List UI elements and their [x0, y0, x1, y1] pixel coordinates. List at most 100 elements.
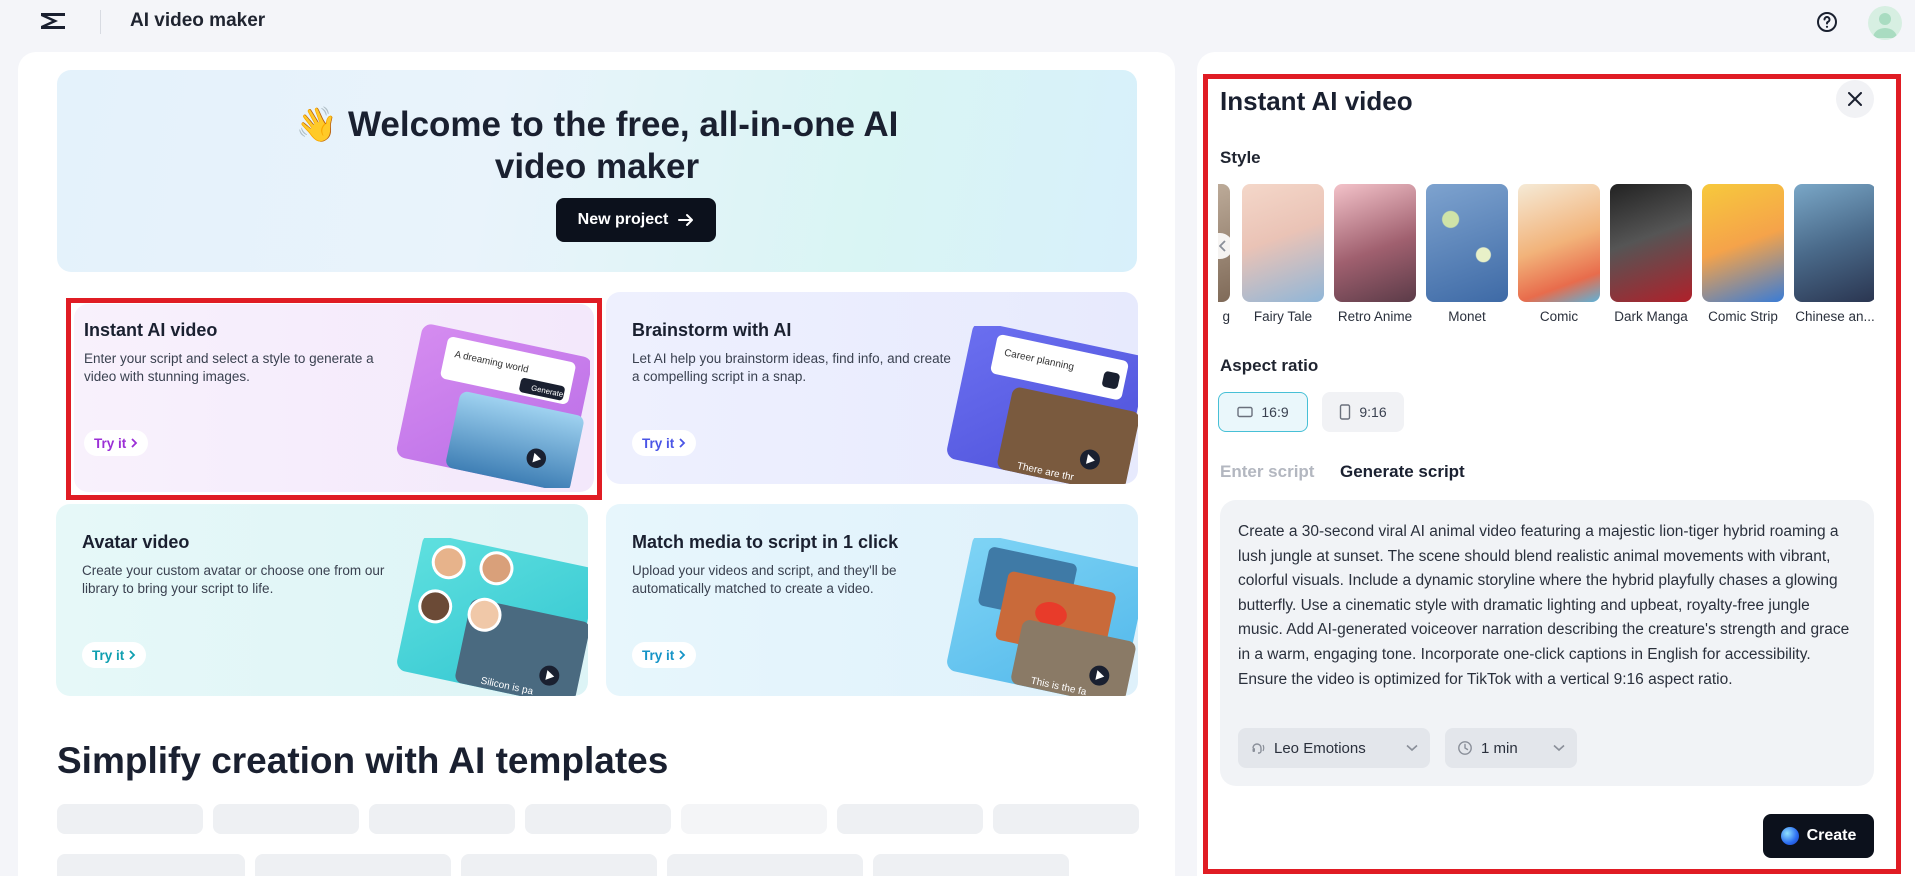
chevron-right-icon [129, 650, 136, 660]
style-option[interactable]: Chinese an... [1794, 184, 1874, 324]
style-label: Style [1220, 148, 1261, 167]
waving-hand-icon: 👋 [295, 106, 338, 144]
style-thumbnail [1610, 184, 1692, 302]
style-option[interactable]: Comic Strip [1702, 184, 1784, 324]
skeleton [213, 804, 359, 834]
style-name: Comic Strip [1708, 309, 1778, 324]
duration-dropdown[interactable]: 1 min [1445, 728, 1577, 768]
card-description: Enter your script and select a style to … [84, 351, 374, 384]
voice-icon [1252, 743, 1265, 754]
chevron-down-icon [1406, 744, 1418, 752]
try-it-label: Try it [92, 647, 125, 663]
avatar-illustration: Silicon is pa [397, 538, 588, 696]
voice-dropdown[interactable]: Leo Emotions [1238, 728, 1430, 768]
try-it-label: Try it [94, 435, 127, 451]
try-it-button[interactable]: Try it [84, 430, 149, 456]
new-project-label: New project [577, 211, 669, 228]
card-instant-ai-video[interactable]: Instant AI video Enter your script and s… [74, 304, 594, 492]
card-description: Let AI help you brainstorm ideas, find i… [632, 351, 951, 384]
aspect-ratio-label: Aspect ratio [1220, 356, 1319, 375]
app-title: AI video maker [130, 10, 266, 31]
help-icon[interactable] [1815, 10, 1839, 34]
skeleton [369, 804, 515, 834]
chevron-down-icon [1553, 744, 1565, 752]
chevron-left-icon [1219, 240, 1226, 252]
style-option[interactable]: Comic [1518, 184, 1600, 324]
aspect-16-9-label: 16:9 [1261, 404, 1289, 420]
try-it-label: Try it [642, 435, 675, 451]
close-button[interactable] [1836, 80, 1874, 118]
voice-value: Leo Emotions [1274, 739, 1366, 757]
skeleton [873, 854, 1069, 876]
try-it-label: Try it [642, 647, 675, 663]
style-thumbnail [1334, 184, 1416, 302]
style-thumbnail [1426, 184, 1508, 302]
landscape-icon [1237, 406, 1254, 418]
try-it-button[interactable]: Try it [82, 642, 147, 668]
style-carousel: g Fairy Tale Retro Anime Monet Comic Dar… [1218, 184, 1874, 329]
portrait-icon [1340, 404, 1351, 420]
style-option[interactable]: Fairy Tale [1242, 184, 1324, 324]
capcut-logo-icon[interactable] [38, 8, 68, 34]
script-editor[interactable]: Create a 30-second viral AI animal video… [1220, 500, 1874, 786]
style-name: Fairy Tale [1253, 309, 1313, 324]
close-icon [1848, 92, 1862, 106]
hero-title-line1: Welcome to the free, all-in-one AI [347, 105, 899, 144]
style-option[interactable]: Dark Manga [1610, 184, 1692, 324]
card-brainstorm-with-ai[interactable]: Brainstorm with AI Let AI help you brain… [606, 292, 1138, 484]
template-skeleton-row-1 [57, 804, 1139, 834]
skeleton [667, 854, 863, 876]
tab-generate-script[interactable]: Generate script [1340, 462, 1465, 482]
style-name: g [1222, 309, 1230, 324]
brainstorm-illustration: Career planning There are thr [947, 326, 1138, 484]
create-button[interactable]: Create [1763, 814, 1874, 858]
script-textarea[interactable]: Create a 30-second viral AI animal video… [1238, 520, 1858, 692]
create-label: Create [1806, 827, 1857, 844]
tab-enter-script[interactable]: Enter script [1220, 462, 1314, 482]
style-option[interactable]: Retro Anime [1334, 184, 1416, 324]
try-it-button[interactable]: Try it [632, 642, 697, 668]
instant-video-illustration: A dreaming world Generate [396, 324, 590, 488]
card-description: Create your custom avatar or choose one … [82, 563, 385, 596]
skeleton [993, 804, 1139, 834]
style-thumbnail [1518, 184, 1600, 302]
skeleton [461, 854, 657, 876]
hero-title-line2: video maker [494, 147, 700, 186]
chevron-right-icon [679, 438, 686, 448]
clock-icon [1458, 741, 1472, 755]
aspect-9-16-option[interactable]: 9:16 [1322, 392, 1404, 432]
chevron-right-icon [131, 438, 138, 448]
card-match-media[interactable]: Match media to script in 1 click Upload … [606, 504, 1138, 696]
chevron-right-icon [679, 650, 686, 660]
card-avatar-video[interactable]: Avatar video Create your custom avatar o… [56, 504, 588, 696]
skeleton [837, 804, 983, 834]
template-skeleton-row-2 [57, 854, 1069, 876]
style-option[interactable]: Monet [1426, 184, 1508, 324]
style-thumbnail [1242, 184, 1324, 302]
hero-title: 👋 Welcome to the free, all-in-one AI vide… [57, 104, 1137, 188]
hero-banner: 👋 Welcome to the free, all-in-one AI vide… [57, 70, 1137, 272]
card-description: Upload your videos and script, and they'… [632, 563, 897, 596]
aspect-9-16-label: 9:16 [1359, 404, 1387, 420]
try-it-button[interactable]: Try it [632, 430, 697, 456]
skeleton [255, 854, 451, 876]
arrow-right-icon [678, 214, 694, 226]
card-title: Instant AI video [84, 320, 218, 340]
style-thumbnail [1794, 184, 1874, 302]
duration-value: 1 min [1481, 739, 1518, 757]
new-project-button[interactable]: New project [556, 198, 716, 242]
user-avatar-icon [1873, 13, 1897, 38]
ai-orb-icon [1780, 827, 1799, 845]
skeleton [525, 804, 671, 834]
card-title: Brainstorm with AI [632, 320, 792, 340]
style-name: Monet [1448, 309, 1486, 324]
user-avatar[interactable] [1868, 6, 1902, 40]
skeleton [57, 804, 203, 834]
card-title: Match media to script in 1 click [632, 532, 899, 552]
skeleton [681, 804, 827, 834]
style-name: Comic [1539, 309, 1579, 324]
aspect-16-9-option[interactable]: 16:9 [1218, 392, 1308, 432]
skeleton [57, 854, 245, 876]
templates-section-title: Simplify creation with AI templates [57, 740, 669, 781]
card-title: Avatar video [82, 532, 190, 552]
